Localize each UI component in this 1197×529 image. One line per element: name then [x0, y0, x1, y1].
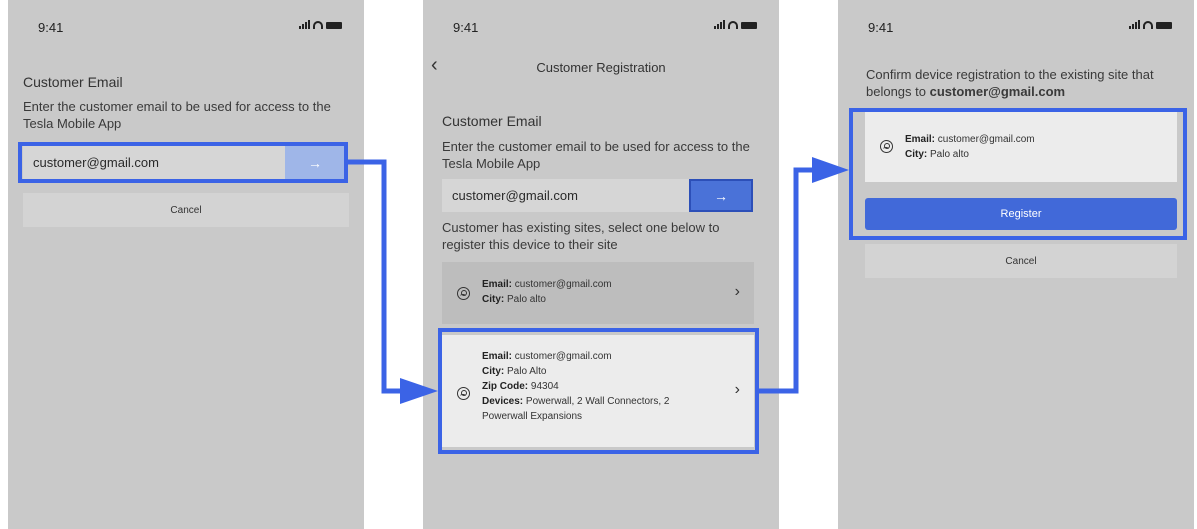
flow-arrows: [348, 157, 849, 404]
flow-arrow-2-head: [812, 157, 849, 183]
flow-arrow-2: [759, 167, 812, 394]
flow-arrow-1: [348, 159, 400, 394]
flow-arrow-1-head: [400, 378, 438, 404]
